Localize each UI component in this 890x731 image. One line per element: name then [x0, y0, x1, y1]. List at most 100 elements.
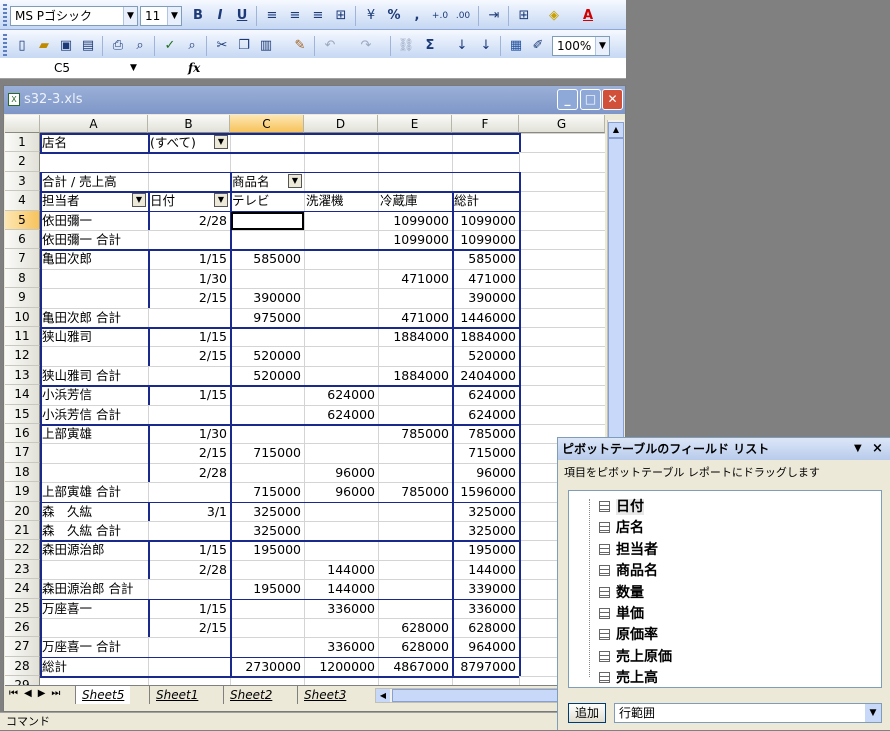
cell-c7[interactable]: 585000 — [232, 249, 304, 268]
cell-e16[interactable]: 785000 — [380, 424, 452, 443]
cell-a21[interactable]: 森 久紘 合計 — [42, 521, 242, 540]
cell-a20[interactable]: 森 久紘 — [42, 502, 242, 521]
cell-a10[interactable]: 亀田次郎 合計 — [42, 308, 242, 327]
percent-button[interactable]: % — [384, 6, 404, 26]
comma-button[interactable]: , — [407, 6, 427, 26]
cell-f22[interactable]: 195000 — [454, 540, 519, 559]
cut-icon[interactable]: ✂ — [212, 36, 232, 56]
bold-button[interactable]: B — [188, 6, 208, 26]
cell-a25[interactable]: 万座喜一 — [42, 599, 242, 618]
scroll-left-icon[interactable]: ◀ — [376, 689, 390, 702]
cell-d14[interactable]: 624000 — [306, 385, 378, 404]
indent-icon[interactable]: ⇥ — [484, 6, 504, 26]
row-header[interactable]: 16 — [5, 424, 40, 444]
cell-c25[interactable] — [232, 599, 304, 618]
row-header[interactable]: 2 — [5, 152, 40, 172]
cell-b1[interactable]: (すべて) — [150, 133, 208, 152]
row-header[interactable]: 18 — [5, 462, 40, 483]
cell-e18[interactable] — [380, 463, 452, 482]
cell-c11[interactable] — [232, 327, 304, 346]
cell-a14[interactable]: 小浜芳信 — [42, 385, 242, 404]
font-name-combo[interactable]: MS Pゴシック ▼ — [10, 6, 138, 26]
paste-icon[interactable]: ▥ — [256, 36, 276, 56]
cell-d7[interactable] — [306, 249, 378, 268]
row-header[interactable]: 24 — [5, 579, 40, 599]
maximize-button[interactable]: □ — [580, 89, 601, 110]
underline-button[interactable]: U — [232, 6, 252, 26]
research-icon[interactable]: ⌕ — [182, 36, 202, 56]
cell-a17[interactable] — [42, 443, 242, 462]
row-header[interactable]: 23 — [5, 559, 40, 580]
italic-button[interactable]: I — [210, 6, 230, 26]
cell-e24[interactable] — [380, 579, 452, 598]
currency-icon[interactable]: ¥ — [361, 6, 381, 26]
increase-decimal-button[interactable]: +.0 — [430, 6, 450, 26]
column-header-a[interactable]: A — [40, 115, 148, 133]
cell-d8[interactable] — [306, 269, 378, 288]
workbook-title-bar[interactable]: X s32-3.xls _ □ ✕ — [4, 86, 625, 114]
cell-d16[interactable] — [306, 424, 378, 443]
cell-d5[interactable] — [306, 211, 378, 230]
minimize-button[interactable]: _ — [557, 89, 578, 110]
cell-a9[interactable] — [42, 288, 242, 307]
cell-e10[interactable]: 471000 — [380, 308, 452, 327]
tab-sheet2[interactable]: Sheet2 — [223, 686, 279, 704]
cell-c18[interactable] — [232, 463, 304, 482]
formula-input[interactable] — [210, 59, 620, 77]
tab-sheet5[interactable]: Sheet5 — [75, 686, 131, 704]
name-box[interactable]: C5 ▼ — [4, 59, 144, 77]
pivot-field-item[interactable]: 原価率 — [599, 625, 658, 646]
cell-e13[interactable]: 1884000 — [380, 366, 452, 385]
row-header[interactable]: 20 — [5, 501, 40, 521]
row-header[interactable]: 17 — [5, 443, 40, 463]
chevron-down-icon[interactable]: ▼ — [865, 704, 881, 722]
cell-d4[interactable]: 洗濯機 — [306, 191, 378, 210]
toolbar-grip[interactable] — [3, 34, 7, 56]
cell-a26[interactable] — [42, 618, 242, 637]
cell-e22[interactable] — [380, 540, 452, 559]
pivot-field-item[interactable]: 売上原価 — [599, 647, 672, 668]
row-header[interactable]: 29 — [5, 676, 40, 685]
cell-a27[interactable]: 万座喜一 合計 — [42, 637, 242, 656]
cell-f10[interactable]: 1446000 — [454, 308, 519, 327]
fx-icon[interactable]: fx — [188, 59, 200, 77]
cell-f9[interactable]: 390000 — [454, 288, 519, 307]
cell-c27[interactable] — [232, 637, 304, 656]
redo-icon[interactable]: ↷ — [356, 36, 376, 56]
drawing-icon[interactable]: ✐ — [528, 36, 548, 56]
format-painter-icon[interactable]: ✎ — [290, 36, 310, 56]
column-header-e[interactable]: E — [378, 115, 452, 133]
row-header[interactable]: 10 — [5, 307, 40, 327]
cell-c12[interactable]: 520000 — [232, 346, 304, 365]
cell-a18[interactable] — [42, 463, 242, 482]
cell-f8[interactable]: 471000 — [454, 269, 519, 288]
cell-c9[interactable]: 390000 — [232, 288, 304, 307]
cell-c14[interactable] — [232, 385, 304, 404]
column-header-b[interactable]: B — [148, 115, 230, 133]
cell-f28[interactable]: 8797000 — [454, 657, 519, 676]
font-color-icon[interactable]: A — [578, 6, 598, 26]
cell-a6[interactable]: 依田彌一 合計 — [42, 230, 242, 249]
add-button[interactable]: 追加 — [568, 703, 606, 723]
cell-a15[interactable]: 小浜芳信 合計 — [42, 405, 242, 424]
cell-f18[interactable]: 96000 — [454, 463, 519, 482]
close-icon[interactable]: × — [872, 438, 883, 460]
chart-wizard-icon[interactable]: ▦ — [506, 36, 526, 56]
row-header[interactable]: 26 — [5, 618, 40, 638]
row-header[interactable]: 27 — [5, 637, 40, 657]
cell-a11[interactable]: 狭山雅司 — [42, 327, 242, 346]
cell-c23[interactable] — [232, 560, 304, 579]
cell-d28[interactable]: 1200000 — [306, 657, 378, 676]
cell-e25[interactable] — [380, 599, 452, 618]
row-header[interactable]: 21 — [5, 521, 40, 541]
close-button[interactable]: ✕ — [602, 89, 623, 110]
cell-a28[interactable]: 総計 — [42, 657, 242, 676]
scroll-up-icon[interactable]: ▲ — [608, 122, 624, 138]
cell-d22[interactable] — [306, 540, 378, 559]
cell-a13[interactable]: 狭山雅司 合計 — [42, 366, 242, 385]
row-header[interactable]: 19 — [5, 482, 40, 502]
cell-e4[interactable]: 冷蔵庫 — [380, 191, 452, 210]
row-header[interactable]: 22 — [5, 540, 40, 560]
cell-c15[interactable] — [232, 405, 304, 424]
tab-navigation-icons[interactable]: ⏮◀▶⏭ — [9, 688, 66, 699]
